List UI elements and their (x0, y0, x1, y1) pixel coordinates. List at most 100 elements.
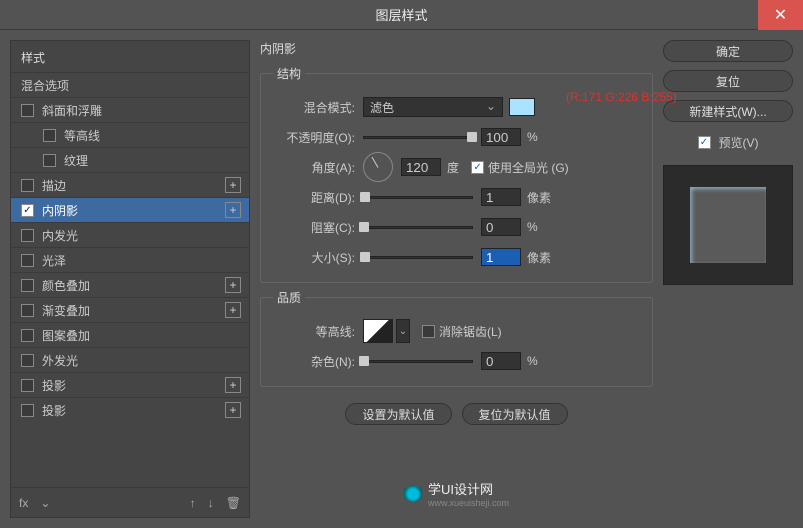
up-arrow-icon[interactable]: ↑ (190, 496, 196, 510)
choke-label: 阻塞(C): (273, 219, 363, 236)
size-label: 大小(S): (273, 249, 363, 266)
style-checkbox[interactable] (43, 154, 56, 167)
add-effect-icon[interactable]: + (225, 402, 241, 418)
style-checkbox[interactable] (21, 254, 34, 267)
style-item-7[interactable]: 颜色叠加+ (11, 272, 249, 297)
add-effect-icon[interactable]: + (225, 277, 241, 293)
preview-box (663, 165, 793, 285)
choke-slider[interactable] (363, 226, 473, 229)
style-item-5[interactable]: 内发光 (11, 222, 249, 247)
style-checkbox[interactable] (21, 354, 34, 367)
contour-dropdown-icon[interactable]: ⌄ (396, 319, 410, 343)
style-item-6[interactable]: 光泽 (11, 247, 249, 272)
watermark-logo-icon (404, 485, 422, 503)
structure-legend: 结构 (273, 65, 305, 82)
fx-menu-button[interactable]: fx (19, 496, 28, 510)
contour-picker[interactable] (363, 319, 393, 343)
antialias-label: 消除锯齿(L) (439, 323, 502, 340)
style-item-8[interactable]: 渐变叠加+ (11, 297, 249, 322)
distance-unit: 像素 (527, 189, 551, 206)
style-item-label: 颜色叠加 (42, 277, 225, 294)
styles-sidebar: 样式 混合选项 斜面和浮雕等高线纹理描边+✓内阴影+内发光光泽颜色叠加+渐变叠加… (10, 40, 250, 518)
style-item-label: 渐变叠加 (42, 302, 225, 319)
angle-unit: 度 (447, 159, 459, 176)
style-checkbox[interactable] (21, 379, 34, 392)
angle-input[interactable] (401, 158, 441, 176)
global-light-label: 使用全局光 (G) (488, 159, 569, 176)
antialias-checkbox[interactable]: ✓ (422, 325, 435, 338)
style-item-11[interactable]: 投影+ (11, 372, 249, 397)
preview-label: 预览(V) (719, 134, 759, 151)
angle-dial[interactable] (363, 152, 393, 182)
noise-slider[interactable] (363, 360, 473, 363)
ok-button[interactable]: 确定 (663, 40, 793, 62)
noise-input[interactable] (481, 352, 521, 370)
style-item-label: 斜面和浮雕 (42, 102, 241, 119)
blendmode-select[interactable]: 滤色 (363, 97, 503, 117)
watermark-sub: www.xueuisheji.com (428, 498, 509, 508)
panel-title: 内阴影 (260, 40, 653, 57)
style-item-label: 描边 (42, 177, 225, 194)
style-item-3[interactable]: 描边+ (11, 172, 249, 197)
style-item-label: 纹理 (64, 152, 241, 169)
size-unit: 像素 (527, 249, 551, 266)
close-button[interactable]: ✕ (758, 0, 803, 30)
distance-input[interactable] (481, 188, 521, 206)
style-checkbox[interactable] (21, 404, 34, 417)
add-effect-icon[interactable]: + (225, 377, 241, 393)
size-slider[interactable] (363, 256, 473, 259)
contour-label: 等高线: (273, 323, 363, 340)
style-item-label: 内阴影 (42, 202, 225, 219)
add-effect-icon[interactable]: + (225, 302, 241, 318)
distance-label: 距离(D): (273, 189, 363, 206)
style-checkbox[interactable] (21, 104, 34, 117)
quality-legend: 品质 (273, 289, 305, 306)
style-item-10[interactable]: 外发光 (11, 347, 249, 372)
choke-unit: % (527, 220, 538, 234)
cancel-button[interactable]: 复位 (663, 70, 793, 92)
style-checkbox[interactable] (21, 279, 34, 292)
noise-unit: % (527, 354, 538, 368)
add-effect-icon[interactable]: + (225, 177, 241, 193)
opacity-unit: % (527, 130, 538, 144)
style-item-0[interactable]: 斜面和浮雕 (11, 97, 249, 122)
reset-default-button[interactable]: 复位为默认值 (462, 403, 568, 425)
style-checkbox[interactable] (21, 229, 34, 242)
style-checkbox[interactable] (21, 304, 34, 317)
style-item-label: 投影 (42, 402, 225, 419)
chevron-down-icon[interactable]: ⌄ (40, 496, 50, 510)
style-checkbox[interactable] (21, 179, 34, 192)
style-item-2[interactable]: 纹理 (11, 147, 249, 172)
style-item-label: 等高线 (64, 127, 241, 144)
distance-slider[interactable] (363, 196, 473, 199)
color-swatch[interactable] (509, 98, 535, 116)
style-item-4[interactable]: ✓ 内阴影+ (11, 197, 249, 222)
make-default-button[interactable]: 设置为默认值 (345, 403, 451, 425)
add-effect-icon[interactable]: + (225, 202, 241, 218)
preview-swatch (690, 187, 766, 263)
noise-label: 杂色(N): (273, 353, 363, 370)
style-item-12[interactable]: 投影+ (11, 397, 249, 422)
watermark-text: 学UI设计网 (428, 479, 509, 498)
style-item-9[interactable]: 图案叠加 (11, 322, 249, 347)
style-checkbox[interactable] (43, 129, 56, 142)
global-light-checkbox[interactable]: ✓ (471, 161, 484, 174)
opacity-input[interactable] (481, 128, 521, 146)
style-checkbox[interactable]: ✓ (21, 204, 34, 217)
blend-options-item[interactable]: 混合选项 (11, 72, 249, 97)
opacity-slider[interactable] (363, 136, 473, 139)
choke-input[interactable] (481, 218, 521, 236)
style-item-1[interactable]: 等高线 (11, 122, 249, 147)
size-input[interactable] (481, 248, 521, 266)
trash-icon[interactable]: 🗑 (226, 496, 241, 510)
new-style-button[interactable]: 新建样式(W)... (663, 100, 793, 122)
style-item-label: 光泽 (42, 252, 241, 269)
down-arrow-icon[interactable]: ↓ (208, 496, 214, 510)
style-item-label: 内发光 (42, 227, 241, 244)
blendmode-label: 混合模式: (273, 99, 363, 116)
watermark: 学UI设计网 www.xueuisheji.com (260, 469, 653, 518)
blend-options-label: 混合选项 (21, 77, 241, 94)
quality-group: 品质 等高线: ⌄ ✓ 消除锯齿(L) 杂色(N): % (260, 289, 653, 387)
preview-checkbox[interactable]: ✓ (698, 136, 711, 149)
style-checkbox[interactable] (21, 329, 34, 342)
